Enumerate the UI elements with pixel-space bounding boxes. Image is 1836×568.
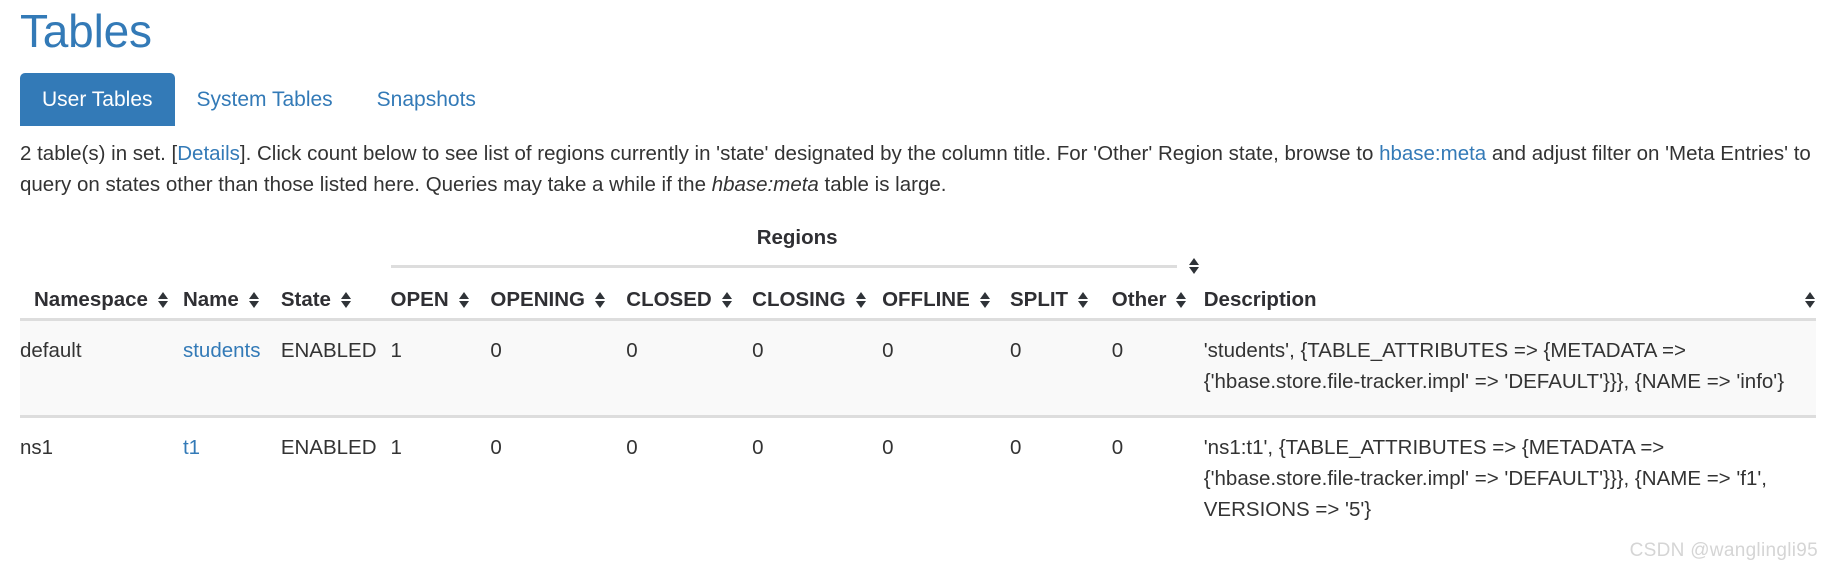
sort-icon-regions[interactable]	[1188, 256, 1200, 276]
user-tables-table: Regions Namespace Name State OPEN OPENIN…	[20, 226, 1816, 543]
sort-icon-opening[interactable]	[594, 290, 606, 310]
column-header-open-label: OPEN	[390, 287, 449, 311]
column-header-name-label: Name	[182, 287, 239, 311]
column-header-closing[interactable]: CLOSING	[752, 282, 882, 320]
details-link[interactable]: Details	[177, 142, 240, 165]
column-header-offline[interactable]: OFFLINE	[882, 282, 1010, 320]
sort-icon-closed[interactable]	[721, 290, 733, 310]
column-header-closing-label: CLOSING	[752, 287, 846, 311]
table-head: Regions Namespace Name State OPEN OPENIN…	[20, 226, 1816, 320]
cell-namespace: default	[20, 338, 82, 362]
tables-page: Tables User Tables System Tables Snapsho…	[0, 0, 1836, 543]
table-row: default students ENABLED 1 0 0 0 0 0 0 '…	[20, 319, 1816, 417]
column-header-opening-label: OPENING	[490, 287, 585, 311]
column-header-closed[interactable]: CLOSED	[626, 282, 752, 320]
sort-icon-offline[interactable]	[979, 290, 991, 310]
column-header-split[interactable]: SPLIT	[1010, 282, 1112, 320]
column-header-offline-label: OFFLINE	[882, 287, 970, 311]
intro-text-1: 2 table(s) in set. [	[20, 141, 178, 165]
cell-closing[interactable]: 0	[752, 319, 882, 416]
page-title: Tables	[20, 5, 152, 57]
sort-icon-description[interactable]	[1805, 290, 1816, 310]
sort-icon-open[interactable]	[458, 290, 470, 310]
regions-group-rule	[390, 265, 1177, 269]
description-group-spacer	[1204, 226, 1816, 282]
cell-state: ENABLED	[280, 435, 377, 459]
cell-opening[interactable]: 0	[490, 416, 626, 543]
column-header-other[interactable]: Other	[1112, 282, 1204, 320]
table-row: ns1 t1 ENABLED 1 0 0 0 0 0 0 'ns1:t1', {…	[20, 416, 1816, 543]
cell-split[interactable]: 0	[1010, 319, 1112, 416]
cell-other[interactable]: 0	[1112, 319, 1204, 416]
column-header-opening[interactable]: OPENING	[490, 282, 626, 320]
cell-open[interactable]: 1	[391, 416, 491, 543]
column-header-other-label: Other	[1111, 287, 1167, 311]
intro-text-4: table is large.	[818, 172, 947, 196]
column-header-split-label: SPLIT	[1009, 287, 1069, 311]
cell-name: t1	[183, 416, 281, 543]
column-header-description-label: Description	[1203, 287, 1317, 311]
cell-closing[interactable]: 0	[752, 416, 882, 543]
hbase-meta-link[interactable]: hbase:meta	[1379, 142, 1486, 165]
sort-icon-split[interactable]	[1078, 290, 1089, 310]
column-header-open[interactable]: OPEN	[391, 282, 491, 320]
column-header-closed-label: CLOSED	[626, 287, 712, 311]
cell-offline[interactable]: 0	[882, 416, 1010, 543]
hbase-meta-emphasis: hbase:meta	[711, 172, 819, 196]
cell-split[interactable]: 0	[1010, 416, 1112, 543]
watermark: CSDN @wanglingli95	[1629, 540, 1818, 561]
cell-description: 'ns1:t1', {TABLE_ATTRIBUTES => {METADATA…	[1203, 435, 1767, 521]
regions-group-title: Regions	[756, 225, 838, 249]
tab-snapshots[interactable]: Snapshots	[355, 73, 498, 126]
cell-name: students	[183, 319, 281, 416]
cell-offline[interactable]: 0	[882, 319, 1010, 416]
cell-opening[interactable]: 0	[490, 319, 626, 416]
cell-open[interactable]: 1	[391, 319, 491, 416]
cell-closed[interactable]: 0	[626, 416, 752, 543]
column-header-description[interactable]: Description	[1204, 282, 1816, 320]
regions-group-rule-wrap	[390, 256, 1204, 282]
cell-state: ENABLED	[280, 338, 377, 362]
sort-icon-closing[interactable]	[855, 290, 867, 310]
sort-icon-name[interactable]	[248, 290, 260, 310]
cell-closed[interactable]: 0	[626, 319, 752, 416]
column-header-namespace[interactable]: Namespace	[20, 282, 183, 320]
column-header-name[interactable]: Name	[183, 282, 281, 320]
column-header-state-label: State	[280, 287, 331, 311]
column-header-state[interactable]: State	[281, 282, 391, 320]
column-header-namespace-label: Namespace	[34, 287, 148, 311]
sort-icon-state[interactable]	[340, 290, 352, 310]
intro-text-2: ]. Click count below to see list of regi…	[239, 141, 1380, 165]
cell-other[interactable]: 0	[1112, 416, 1204, 543]
table-name-link[interactable]: students	[183, 339, 261, 362]
table-body: default students ENABLED 1 0 0 0 0 0 0 '…	[20, 319, 1816, 543]
sort-icon-other[interactable]	[1176, 290, 1187, 310]
column-header-row: Namespace Name State OPEN OPENING CLOSED…	[20, 282, 1816, 320]
sort-icon-namespace[interactable]	[157, 290, 169, 310]
regions-group-cell: Regions	[390, 225, 1204, 282]
table-name-link[interactable]: t1	[183, 436, 200, 459]
tab-bar: User Tables System Tables Snapshots	[20, 72, 1816, 126]
tab-user-tables[interactable]: User Tables	[20, 72, 175, 126]
cell-description: 'students', {TABLE_ATTRIBUTES => {METADA…	[1203, 338, 1785, 393]
group-header-row: Regions	[20, 226, 1816, 282]
intro-paragraph: 2 table(s) in set. [Details]. Click coun…	[20, 138, 1816, 200]
tab-system-tables[interactable]: System Tables	[175, 73, 355, 126]
cell-namespace: ns1	[20, 435, 54, 459]
